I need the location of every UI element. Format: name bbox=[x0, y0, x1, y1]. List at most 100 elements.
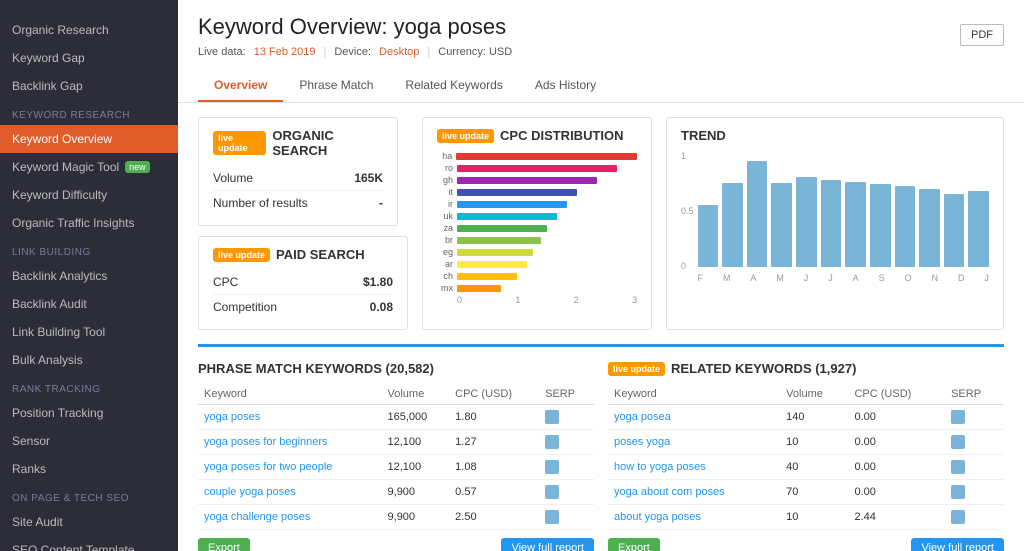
paid-live-badge: live update bbox=[213, 248, 270, 262]
sidebar-item-backlink-audit[interactable]: Backlink Audit bbox=[0, 290, 178, 318]
sidebar-item-position-tracking[interactable]: Position Tracking bbox=[0, 399, 178, 427]
cpc-bar-label: ha bbox=[437, 151, 452, 161]
keyword-link[interactable]: how to yoga poses bbox=[614, 461, 706, 473]
sidebar-item-organic-research[interactable]: Organic Research bbox=[0, 16, 178, 44]
trend-bar bbox=[919, 189, 940, 267]
keyword-link[interactable]: yoga challenge poses bbox=[204, 511, 310, 523]
cpc-cell: 2.50 bbox=[449, 505, 539, 530]
keyword-cell: yoga about com poses bbox=[608, 480, 780, 505]
organic-metric-volume: Volume165K bbox=[213, 166, 383, 191]
tab-phrase-match[interactable]: Phrase Match bbox=[283, 70, 389, 102]
related-keywords-actions: Export View full report bbox=[608, 538, 1004, 551]
related-export[interactable]: Export bbox=[608, 538, 660, 551]
sidebar-item-keyword-magic-tool[interactable]: Keyword Magic Toolnew bbox=[0, 153, 178, 181]
serp-cell bbox=[945, 505, 1004, 530]
trend-chart bbox=[698, 151, 989, 271]
phrase-match-export[interactable]: Export bbox=[198, 538, 250, 551]
trend-bar bbox=[698, 205, 719, 267]
volume-cell: 70 bbox=[780, 480, 848, 505]
trend-label: TREND bbox=[681, 128, 726, 143]
sidebar-item-sensor[interactable]: Sensor bbox=[0, 427, 178, 455]
tab-related-keywords[interactable]: Related Keywords bbox=[389, 70, 518, 102]
trend-bar bbox=[895, 186, 916, 267]
phrase-match-view-full[interactable]: View full report bbox=[501, 538, 594, 551]
keyword-cell: yoga posea bbox=[608, 405, 780, 430]
trend-x-label: M bbox=[776, 273, 784, 283]
keyword-link[interactable]: couple yoga poses bbox=[204, 486, 296, 498]
cpc-cell: 0.00 bbox=[848, 480, 945, 505]
trend-bar bbox=[870, 184, 891, 267]
trend-panel: TREND 1 0.5 0 FMAMJJASONDJ bbox=[666, 117, 1004, 330]
sidebar-item-backlink-gap[interactable]: Backlink Gap bbox=[0, 72, 178, 100]
cpc-cell: 0.00 bbox=[848, 430, 945, 455]
cpc-bar bbox=[457, 201, 567, 208]
cpc-bar-label: ar bbox=[437, 259, 453, 269]
keyword-cell: yoga poses for beginners bbox=[198, 430, 382, 455]
serp-icon bbox=[545, 510, 559, 524]
cpc-axis: 0 1 2 3 bbox=[437, 295, 637, 305]
cpc-bar bbox=[457, 273, 517, 280]
bottom-panels: PHRASE MATCH KEYWORDS (20,582) KeywordVo… bbox=[198, 344, 1004, 551]
related-view-full[interactable]: View full report bbox=[911, 538, 1004, 551]
volume-cell: 12,100 bbox=[382, 455, 450, 480]
phrase-match-col-cpc-usd: CPC (USD) bbox=[449, 384, 539, 405]
keyword-link[interactable]: about yoga poses bbox=[614, 511, 701, 523]
cpc-bar-label: ch bbox=[437, 271, 453, 281]
keyword-link[interactable]: yoga poses bbox=[204, 411, 260, 423]
cpc-cell: 1.27 bbox=[449, 430, 539, 455]
sidebar-item-keyword-overview[interactable]: Keyword Overview bbox=[0, 125, 178, 153]
cpc-bar-row: br bbox=[437, 235, 637, 245]
phrase-match-table: KeywordVolumeCPC (USD)SERP yoga poses 16… bbox=[198, 384, 594, 530]
serp-cell bbox=[945, 455, 1004, 480]
keyword-cell: yoga poses bbox=[198, 405, 382, 430]
sidebar-item-keyword-difficulty[interactable]: Keyword Difficulty bbox=[0, 181, 178, 209]
keyword-link[interactable]: yoga posea bbox=[614, 411, 671, 423]
cpc-bar-row: it bbox=[437, 187, 637, 197]
currency-label: Currency: USD bbox=[438, 46, 512, 58]
keyword-link[interactable]: yoga poses for two people bbox=[204, 461, 332, 473]
tab-overview[interactable]: Overview bbox=[198, 70, 283, 102]
keyword-link[interactable]: yoga about com poses bbox=[614, 486, 725, 498]
pdf-button[interactable]: PDF bbox=[960, 24, 1004, 46]
trend-bar bbox=[796, 177, 817, 267]
serp-icon bbox=[951, 410, 965, 424]
phrase-match-row: couple yoga poses 9,900 0.57 bbox=[198, 480, 594, 505]
trend-x-label: O bbox=[905, 273, 912, 283]
sidebar-item-link-building-tool[interactable]: Link Building Tool bbox=[0, 318, 178, 346]
tab-ads-history[interactable]: Ads History bbox=[519, 70, 612, 102]
cpc-bar-label: ir bbox=[437, 199, 453, 209]
serp-icon bbox=[951, 510, 965, 524]
volume-cell: 140 bbox=[780, 405, 848, 430]
volume-cell: 40 bbox=[780, 455, 848, 480]
sidebar-item-site-audit[interactable]: Site Audit bbox=[0, 508, 178, 536]
keyword-link[interactable]: poses yoga bbox=[614, 436, 670, 448]
phrase-match-title: PHRASE MATCH KEYWORDS (20,582) bbox=[198, 361, 594, 376]
keyword-cell: about yoga poses bbox=[608, 505, 780, 530]
organic-metrics: Volume165KNumber of results- bbox=[213, 166, 383, 215]
live-data-date[interactable]: 13 Feb 2019 bbox=[254, 46, 316, 58]
sidebar-item-ranks[interactable]: Ranks bbox=[0, 455, 178, 483]
sidebar-item-bulk-analysis[interactable]: Bulk Analysis bbox=[0, 346, 178, 374]
cpc-distribution-panel: live update CPC DISTRIBUTION ha ro gh it… bbox=[422, 117, 652, 330]
sidebar-item-seo-content-template[interactable]: SEO Content Template bbox=[0, 536, 178, 551]
device-value[interactable]: Desktop bbox=[379, 46, 419, 58]
cpc-bar-row: eg bbox=[437, 247, 637, 257]
phrase-match-header: KeywordVolumeCPC (USD)SERP bbox=[198, 384, 594, 405]
title-prefix: Keyword Overview: bbox=[198, 14, 388, 39]
cpc-bar-label: ro bbox=[437, 163, 453, 173]
metric-label: Competition bbox=[213, 300, 277, 314]
cpc-bar bbox=[456, 153, 637, 160]
cpc-bar bbox=[457, 213, 557, 220]
related-col-serp: SERP bbox=[945, 384, 1004, 405]
cpc-bar bbox=[457, 189, 577, 196]
keyword-link[interactable]: yoga poses for beginners bbox=[204, 436, 328, 448]
trend-x-label: J bbox=[804, 273, 809, 283]
phrase-match-col-keyword: Keyword bbox=[198, 384, 382, 405]
serp-cell bbox=[539, 505, 594, 530]
sidebar-item-backlink-analytics[interactable]: Backlink Analytics bbox=[0, 262, 178, 290]
cpc-cell: 1.80 bbox=[449, 405, 539, 430]
phrase-match-row: yoga poses 165,000 1.80 bbox=[198, 405, 594, 430]
sidebar-item-keyword-gap[interactable]: Keyword Gap bbox=[0, 44, 178, 72]
main-content: Keyword Overview: yoga poses Live data: … bbox=[178, 0, 1024, 551]
sidebar-item-organic-traffic-insights[interactable]: Organic Traffic Insights bbox=[0, 209, 178, 237]
